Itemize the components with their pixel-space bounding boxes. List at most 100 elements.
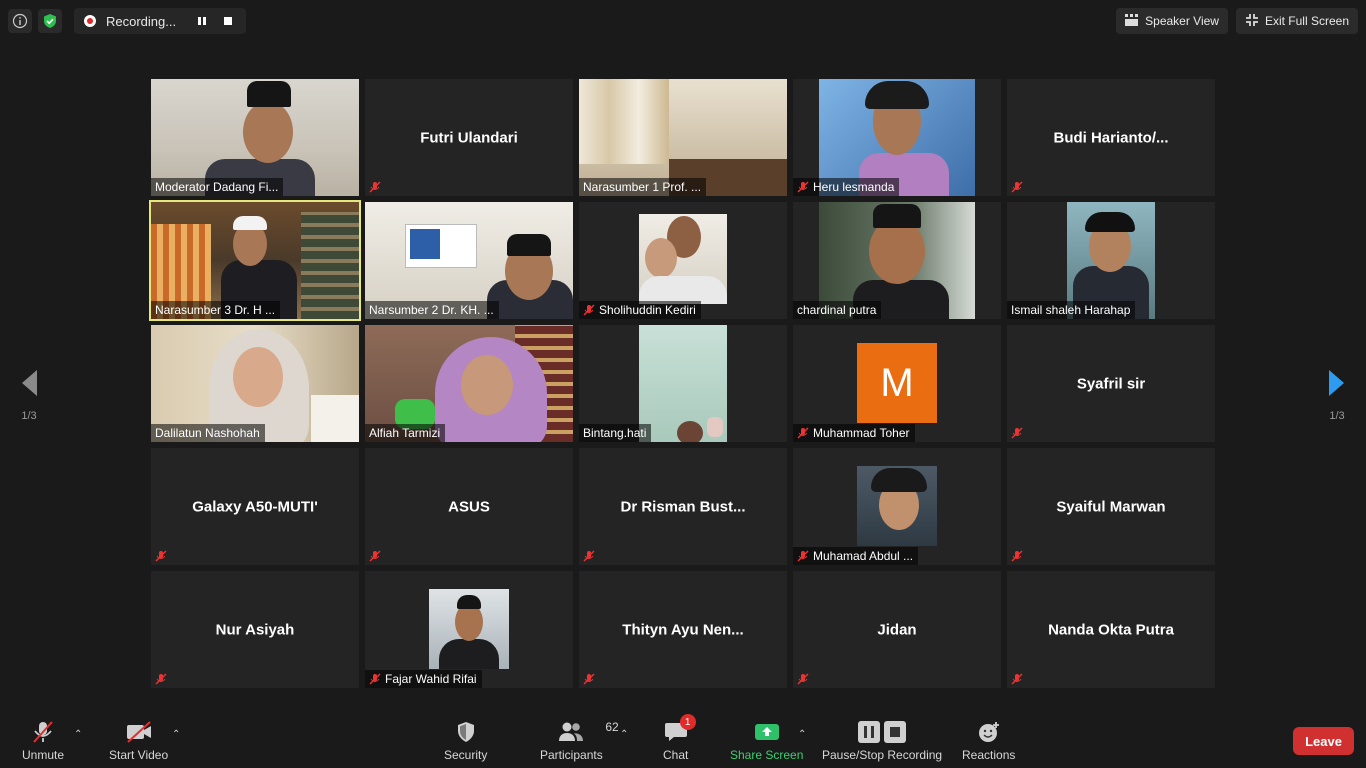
share-screen-button[interactable]: Share Screen — [730, 720, 803, 762]
participant-photo — [429, 589, 509, 669]
participant-tile[interactable]: Sholihuddin Kediri — [579, 202, 787, 319]
video-options-chevron-icon[interactable]: ⌃ — [172, 729, 180, 740]
leave-button[interactable]: Leave — [1293, 727, 1354, 755]
muted-mic-icon — [583, 550, 595, 562]
participants-label: Participants — [540, 748, 603, 762]
security-shield-icon — [455, 720, 477, 744]
pause-recording-icon[interactable] — [194, 13, 210, 29]
gallery-grid: Moderator Dadang Fi... Futri Ulandari Na… — [149, 79, 1215, 688]
participant-tile[interactable]: Futri Ulandari — [365, 79, 573, 196]
participant-tile[interactable]: Alfiah Tarmizi — [365, 325, 573, 442]
reactions-button[interactable]: Reactions — [962, 720, 1015, 762]
security-button[interactable]: Security — [444, 720, 487, 762]
speaker-view-label: Speaker View — [1145, 14, 1219, 28]
participant-tile[interactable]: Bintang.hati — [579, 325, 787, 442]
share-options-chevron-icon[interactable]: ⌃ — [798, 729, 806, 740]
participant-tile[interactable]: chardinal putra — [793, 202, 1001, 319]
participant-name: Narasumber 3 Dr. H ... — [155, 303, 276, 317]
participant-tile-active-speaker[interactable]: Narasumber 3 Dr. H ... — [149, 200, 361, 321]
start-video-label: Start Video — [109, 748, 169, 762]
participant-label: Heru lesmanda — [793, 178, 900, 196]
exit-full-screen-button[interactable]: Exit Full Screen — [1235, 8, 1358, 34]
participant-tile[interactable]: Fajar Wahid Rifai — [365, 571, 573, 688]
participants-button[interactable]: 62 Participants — [540, 720, 619, 762]
arrow-left-icon[interactable] — [19, 368, 39, 398]
participant-name: Narasumber 1 Prof. ... — [583, 180, 702, 194]
participant-tile[interactable]: Moderator Dadang Fi... — [151, 79, 359, 196]
participant-tile[interactable]: Narsumber 2 Dr. KH. ... — [365, 202, 573, 319]
next-page-control[interactable]: 1/3 — [1322, 368, 1352, 422]
participant-tile[interactable]: Ismail shaleh Harahap — [1007, 202, 1215, 319]
participant-name: Ismail shaleh Harahap — [1011, 303, 1131, 317]
unmute-button[interactable]: Unmute — [22, 720, 64, 762]
participant-tile[interactable]: M Muhammad Toher — [793, 325, 1001, 442]
participant-label: Muhammad Toher — [793, 424, 915, 442]
muted-mic-icon — [155, 673, 167, 685]
participant-video — [639, 214, 727, 304]
muted-mic-icon — [797, 427, 809, 439]
participant-label: Ismail shaleh Harahap — [1007, 301, 1136, 319]
participant-label: Narasumber 1 Prof. ... — [579, 178, 707, 196]
participant-name: Muhammad Toher — [813, 426, 910, 440]
participant-name: Thityn Ayu Nen... — [622, 621, 744, 638]
muted-mic-icon — [369, 673, 381, 685]
top-left-controls: Recording... — [8, 8, 246, 34]
participant-name: Heru lesmanda — [813, 180, 895, 194]
avatar: M — [857, 343, 937, 423]
participant-name: Nanda Okta Putra — [1048, 621, 1174, 638]
pause-icon — [858, 721, 881, 743]
participant-tile[interactable]: Nanda Okta Putra — [1007, 571, 1215, 688]
participant-name: Galaxy A50-MUTI' — [192, 498, 318, 515]
start-video-button[interactable]: Start Video — [109, 720, 168, 762]
participants-icon: 62 — [557, 720, 619, 744]
participant-tile[interactable]: Syaiful Marwan — [1007, 448, 1215, 565]
arrow-right-icon[interactable] — [1327, 368, 1347, 398]
muted-mic-icon — [369, 181, 381, 193]
reactions-label: Reactions — [962, 748, 1016, 762]
participant-label: Dalilatun Nashohah — [151, 424, 265, 442]
audio-options-chevron-icon[interactable]: ⌃ — [74, 729, 82, 740]
previous-page-control[interactable]: 1/3 — [14, 368, 44, 422]
participant-label: Sholihuddin Kediri — [579, 301, 701, 319]
page-indicator-left: 1/3 — [21, 410, 37, 422]
muted-mic-icon — [369, 550, 381, 562]
participant-tile[interactable]: Heru lesmanda — [793, 79, 1001, 196]
muted-microphone-icon — [31, 720, 55, 744]
meeting-info-icon[interactable] — [8, 9, 32, 33]
unmute-label: Unmute — [22, 748, 65, 762]
participant-tile[interactable]: Budi Harianto/... — [1007, 79, 1215, 196]
participant-tile[interactable]: Jidan — [793, 571, 1001, 688]
chat-unread-badge: 1 — [679, 714, 696, 730]
muted-mic-icon — [155, 550, 167, 562]
participant-photo — [857, 466, 937, 546]
participant-label: Narsumber 2 Dr. KH. ... — [365, 301, 499, 319]
speaker-view-button[interactable]: Speaker View — [1116, 8, 1228, 34]
participant-name: Dalilatun Nashohah — [155, 426, 260, 440]
chat-button[interactable]: 1 Chat — [663, 714, 696, 762]
participant-name: Dr Risman Bust... — [620, 498, 746, 515]
participant-label: Narasumber 3 Dr. H ... — [151, 301, 281, 319]
participant-name: Fajar Wahid Rifai — [385, 672, 477, 686]
share-screen-icon — [754, 720, 780, 744]
participant-tile[interactable]: Muhamad Abdul ... — [793, 448, 1001, 565]
participants-options-chevron-icon[interactable]: ⌃ — [620, 729, 628, 740]
encryption-shield-icon[interactable] — [38, 9, 62, 33]
exit-fullscreen-icon — [1245, 13, 1259, 30]
participant-tile[interactable]: ASUS — [365, 448, 573, 565]
pause-stop-recording-icons — [858, 720, 907, 744]
participant-tile[interactable]: Galaxy A50-MUTI' — [151, 448, 359, 565]
participant-name: ASUS — [448, 498, 490, 515]
participant-tile[interactable]: Thityn Ayu Nen... — [579, 571, 787, 688]
muted-mic-icon — [797, 550, 809, 562]
participant-tile[interactable]: Dr Risman Bust... — [579, 448, 787, 565]
participant-tile[interactable]: Syafril sir — [1007, 325, 1215, 442]
participant-name: Moderator Dadang Fi... — [155, 180, 279, 194]
pause-stop-recording-button[interactable]: Pause/Stop Recording — [822, 720, 942, 762]
participant-tile[interactable]: Narasumber 1 Prof. ... — [579, 79, 787, 196]
muted-mic-icon — [797, 673, 809, 685]
participant-tile[interactable]: Nur Asiyah — [151, 571, 359, 688]
muted-mic-icon — [797, 181, 809, 193]
video-off-icon — [125, 720, 153, 744]
participant-tile[interactable]: Dalilatun Nashohah — [151, 325, 359, 442]
stop-recording-icon[interactable] — [220, 13, 236, 29]
